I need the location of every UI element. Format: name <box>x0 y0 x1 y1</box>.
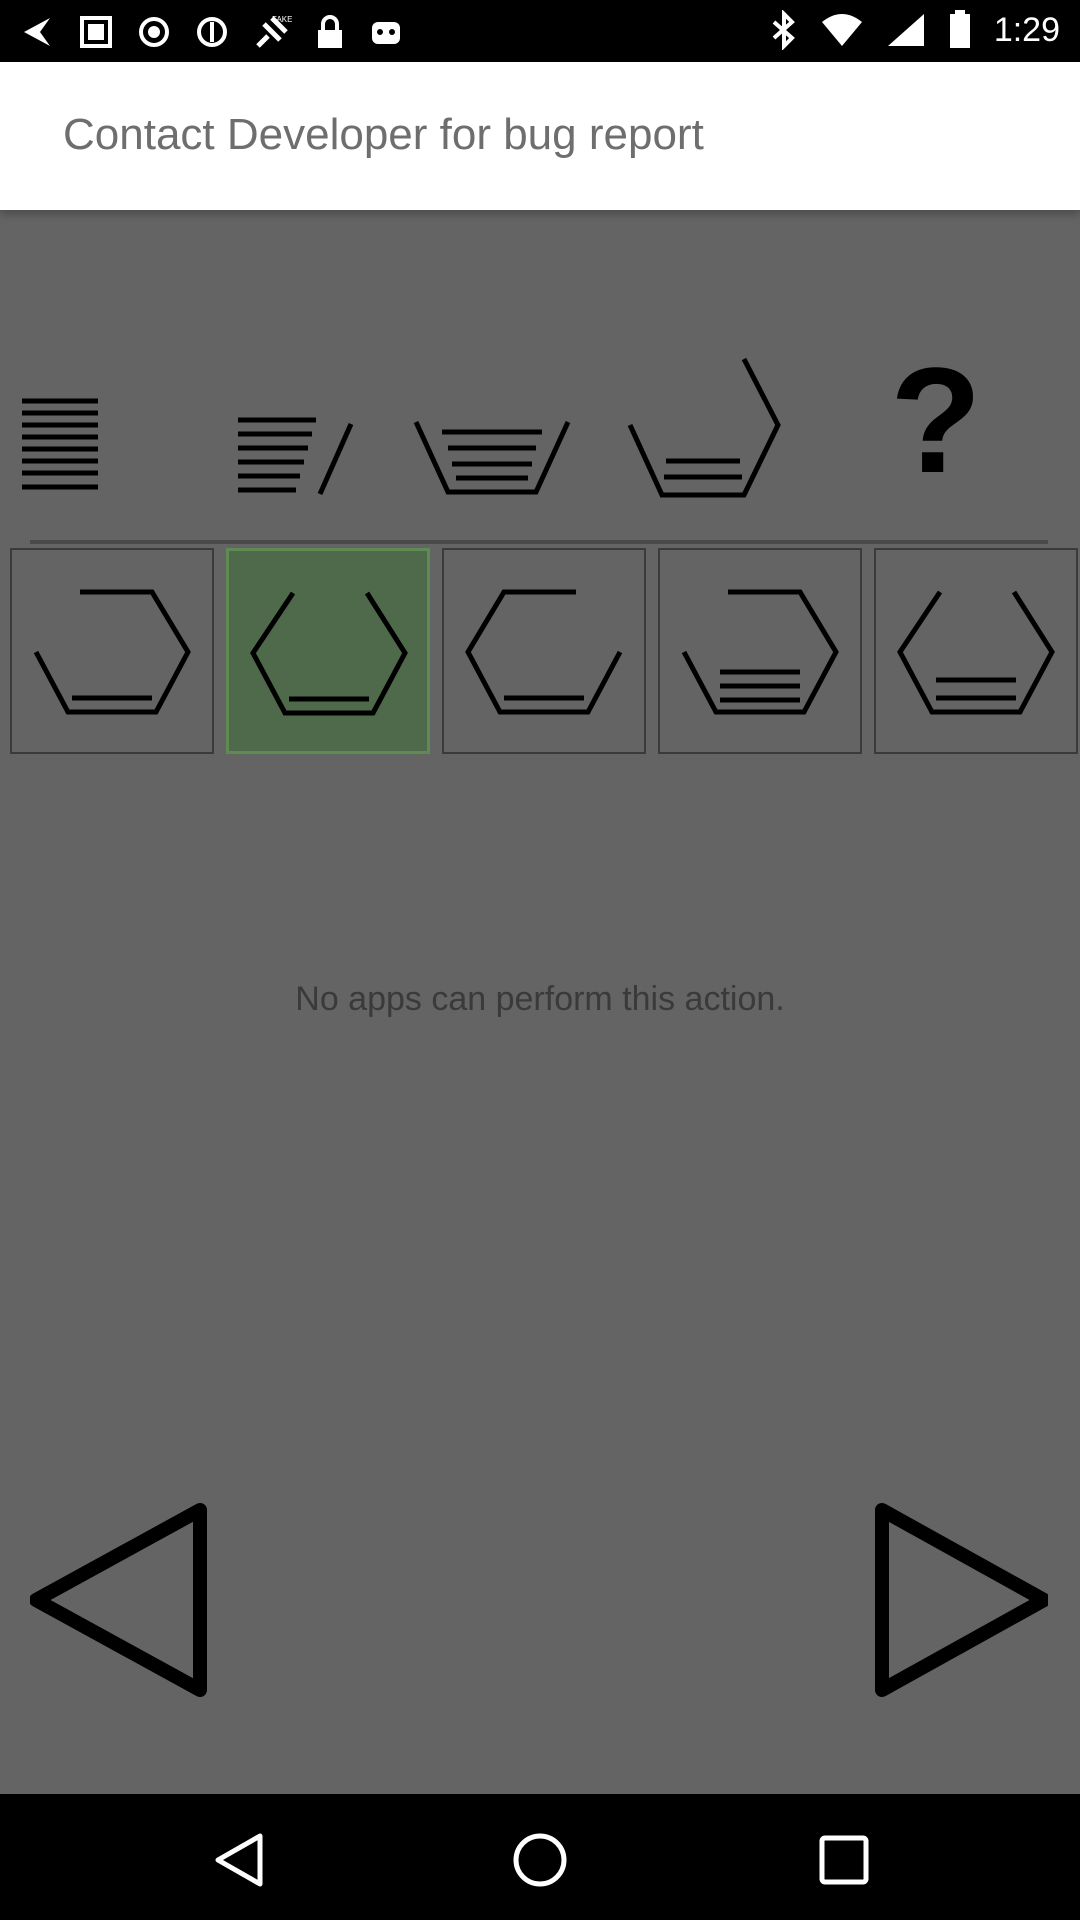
back-icon <box>210 1833 270 1894</box>
fake-gps-satellite-icon: FAKE <box>252 12 292 52</box>
android-icon <box>368 14 404 50</box>
sequence-row: ? <box>0 340 1080 510</box>
question-mark-icon: ? <box>890 336 982 504</box>
wifi-icon <box>820 12 864 48</box>
dialog-title: Contact Developer for bug report <box>63 110 704 159</box>
back-arrow-icon <box>20 14 56 50</box>
recents-button[interactable] <box>814 1830 874 1890</box>
sequence-divider <box>30 540 1048 544</box>
choice-3[interactable] <box>442 548 646 754</box>
prev-button[interactable] <box>29 1500 210 1700</box>
choice-1[interactable] <box>10 548 214 754</box>
choice-2[interactable] <box>226 548 430 754</box>
status-bar: FAKE 1:29 <box>0 0 1080 62</box>
recents-icon <box>814 1835 874 1894</box>
no-apps-message: No apps can perform this action. <box>295 980 785 1018</box>
answer-choices <box>10 548 1080 758</box>
no-entry-icon <box>194 14 230 50</box>
dialog-header: Contact Developer for bug report <box>0 62 1080 210</box>
clock: 1:29 <box>993 11 1060 49</box>
hexagon-open-left-icon <box>32 588 192 723</box>
record-icon <box>136 14 172 50</box>
next-arrow-icon <box>868 1503 1051 1704</box>
prev-arrow-icon <box>29 1503 210 1704</box>
signal-icon <box>886 12 926 48</box>
choice-5[interactable] <box>874 548 1078 754</box>
image-icon <box>78 14 114 50</box>
home-button[interactable] <box>510 1830 570 1890</box>
hexagon-open-right-icon <box>464 588 624 723</box>
bluetooth-icon <box>770 10 798 50</box>
svg-text:FAKE: FAKE <box>272 15 292 24</box>
next-button[interactable] <box>868 1500 1051 1700</box>
hexagon-lines-icon <box>680 588 840 723</box>
basket-lines-icon <box>412 418 572 503</box>
home-icon <box>510 1833 570 1894</box>
lock-icon <box>314 14 346 50</box>
lines-3-slash-icon <box>236 410 356 505</box>
hexagon-open-top-icon <box>249 589 409 724</box>
battery-icon <box>948 10 972 50</box>
lines-4-icon <box>20 395 100 500</box>
back-button[interactable] <box>210 1830 270 1890</box>
hexagon-line-icon <box>896 588 1056 723</box>
choice-4[interactable] <box>658 548 862 754</box>
system-nav-bar <box>0 1794 1080 1920</box>
basket-lines-open-icon <box>626 355 786 505</box>
